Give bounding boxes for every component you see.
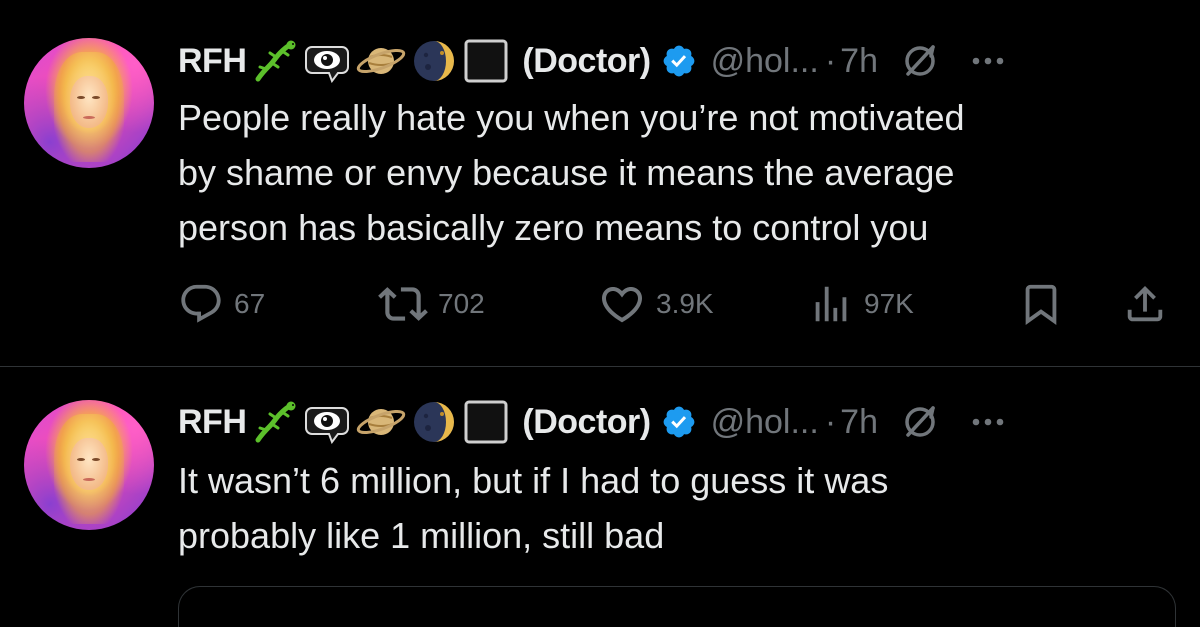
verified-badge-icon[interactable] [661, 43, 697, 79]
display-name-suffix: (Doctor) [522, 402, 651, 441]
like-count: 3.9K [656, 288, 714, 319]
handle[interactable]: @hol... [711, 42, 819, 81]
timestamp[interactable]: 7h [840, 403, 878, 442]
bookmark-button[interactable] [1018, 276, 1064, 332]
handle[interactable]: @hol... [711, 403, 819, 442]
avatar[interactable] [24, 400, 154, 530]
grok-icon[interactable] [900, 41, 940, 81]
tweet-header: RFH (Doctor) @hol... · 7h [178, 397, 1008, 447]
tweet-text-line: person has basically zero means to contr… [178, 207, 929, 248]
repost-count: 702 [438, 288, 485, 319]
eye-in-speech-bubble-emoji [305, 407, 350, 444]
more-options-icon[interactable] [968, 402, 1008, 442]
tweet-text-line: People really hate you when you’re not m… [178, 97, 965, 138]
action-bar: 67 702 3.9K 97K [178, 276, 1178, 332]
lizard-emoji [255, 401, 296, 443]
bookmark-icon [1025, 284, 1057, 325]
more-options-icon[interactable] [968, 41, 1008, 81]
black-square-emoji [464, 39, 508, 83]
black-square-emoji [464, 400, 508, 444]
tweet-text-line: by shame or envy because it means the av… [178, 152, 955, 193]
reply-count: 67 [234, 288, 266, 319]
display-name-suffix: (Doctor) [522, 41, 651, 80]
tweet[interactable]: RFH (Doctor) [0, 0, 1200, 366]
tweet-text-line: It wasn’t 6 million, but if I had to gue… [178, 460, 889, 501]
tweet[interactable]: RFH (Doctor) [0, 367, 1200, 627]
lizard-emoji [255, 40, 296, 82]
display-name[interactable]: RFH [178, 403, 247, 442]
quoted-tweet-card[interactable] [178, 586, 1176, 627]
new-moon-with-face-emoji [414, 41, 455, 81]
views-count: 97K [864, 288, 914, 319]
separator-dot: · [824, 41, 837, 80]
tweet-text: It wasn’t 6 million, but if I had to gue… [178, 453, 1178, 563]
reply-button[interactable]: 67 [178, 276, 265, 332]
tweet-header: RFH (Doctor) @hol... · 7h [178, 36, 1008, 86]
new-moon-with-face-emoji [414, 402, 455, 442]
tweet-text: People really hate you when you’re not m… [178, 90, 1178, 255]
views-icon [815, 286, 847, 322]
ringed-planet-emoji [357, 409, 406, 435]
repost-icon [378, 287, 428, 321]
display-name[interactable]: RFH [178, 42, 247, 81]
like-button[interactable]: 3.9K [598, 276, 714, 332]
tweet-text-line: probably like 1 million, still bad [178, 515, 665, 556]
like-icon [601, 287, 643, 323]
views-button[interactable]: 97K [808, 276, 914, 332]
share-icon [1127, 285, 1163, 322]
reply-icon [181, 284, 221, 323]
verified-badge-icon[interactable] [661, 404, 697, 440]
separator-dot: · [824, 402, 837, 441]
share-button[interactable] [1122, 276, 1168, 332]
timestamp[interactable]: 7h [840, 42, 878, 81]
ringed-planet-emoji [357, 48, 406, 74]
repost-button[interactable]: 702 [378, 276, 485, 332]
eye-in-speech-bubble-emoji [305, 46, 350, 83]
grok-icon[interactable] [900, 402, 940, 442]
avatar[interactable] [24, 38, 154, 168]
